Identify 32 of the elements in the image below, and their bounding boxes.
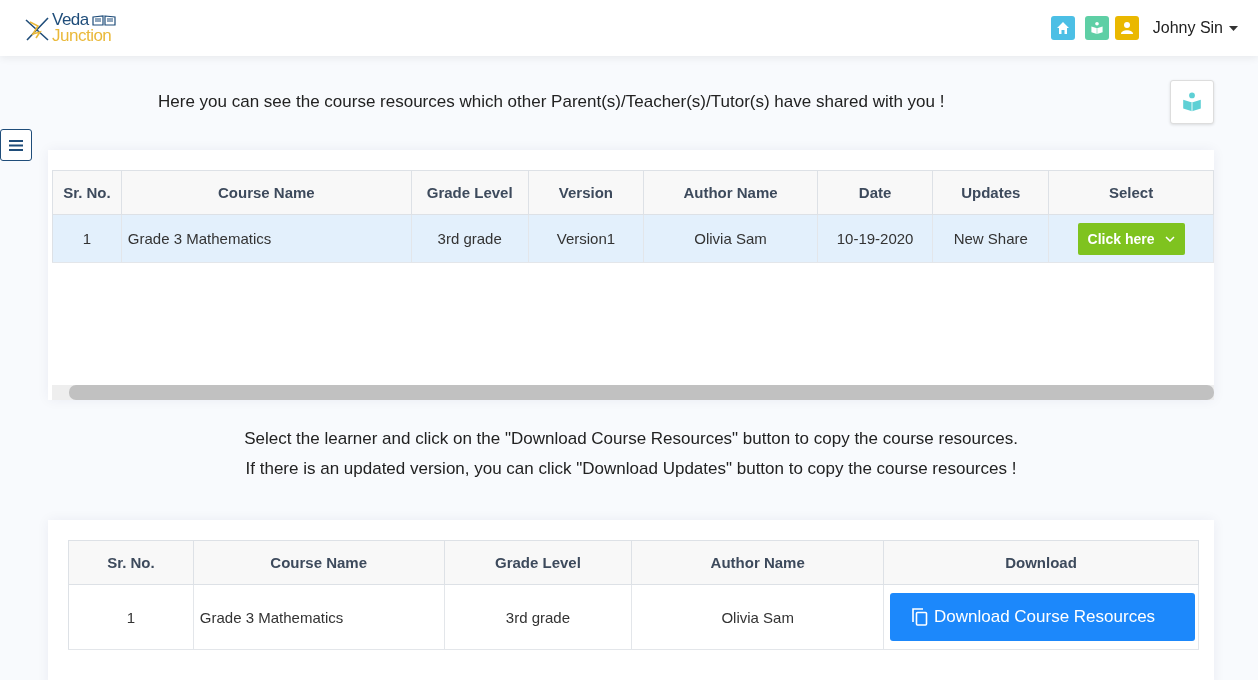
user-menu[interactable]: Johny Sin — [1152, 19, 1238, 37]
column-header: Sr. No. — [52, 170, 122, 215]
table-cell: 3rd grade — [411, 214, 529, 263]
click-here-dropdown[interactable]: Click here — [1077, 222, 1185, 255]
column-header: Date — [817, 170, 933, 215]
column-header: Download — [883, 540, 1199, 585]
table-cell: Grade 3 Mathematics — [121, 214, 412, 263]
column-header: Course Name — [193, 540, 445, 585]
instruction-text: If there is an updated version, you can click "Download Updates" button to copy the course resources ! — [244, 458, 1018, 480]
table-cell: 1 — [52, 214, 122, 263]
column-header: Author Name — [643, 170, 818, 215]
column-header: Grade Level — [444, 540, 632, 585]
intro-text: Here you can see the course resources which other Parent(s)/Teacher(s)/Tutor(s) have shared with you ! — [158, 92, 945, 112]
column-header: Grade Level — [411, 170, 529, 215]
table-cell: Olivia Sam — [643, 214, 818, 263]
table-cell: 1 — [68, 584, 194, 650]
table-cell: 3rd grade — [444, 584, 632, 650]
instruction-text: Select the learner and click on the "Download Course Resources" button to copy the course resources. — [243, 428, 1019, 450]
column-header: Sr. No. — [68, 540, 194, 585]
table-cell: Version1 — [528, 214, 644, 263]
logo-text: Junction — [52, 28, 113, 44]
column-header: Course Name — [121, 170, 412, 215]
download-button[interactable]: Download Course Resources — [890, 593, 1195, 641]
logo-text: Veda — [52, 12, 89, 28]
column-header: Updates — [932, 170, 1049, 215]
column-header: Author Name — [631, 540, 884, 585]
column-header: Select — [1048, 170, 1214, 215]
table-cell: 10-19-2020 — [817, 214, 933, 263]
table-cell: New Share — [932, 214, 1049, 263]
column-header: Version — [528, 170, 644, 215]
table-cell: Olivia Sam — [631, 584, 884, 650]
table-cell: Grade 3 Mathematics — [193, 584, 445, 650]
